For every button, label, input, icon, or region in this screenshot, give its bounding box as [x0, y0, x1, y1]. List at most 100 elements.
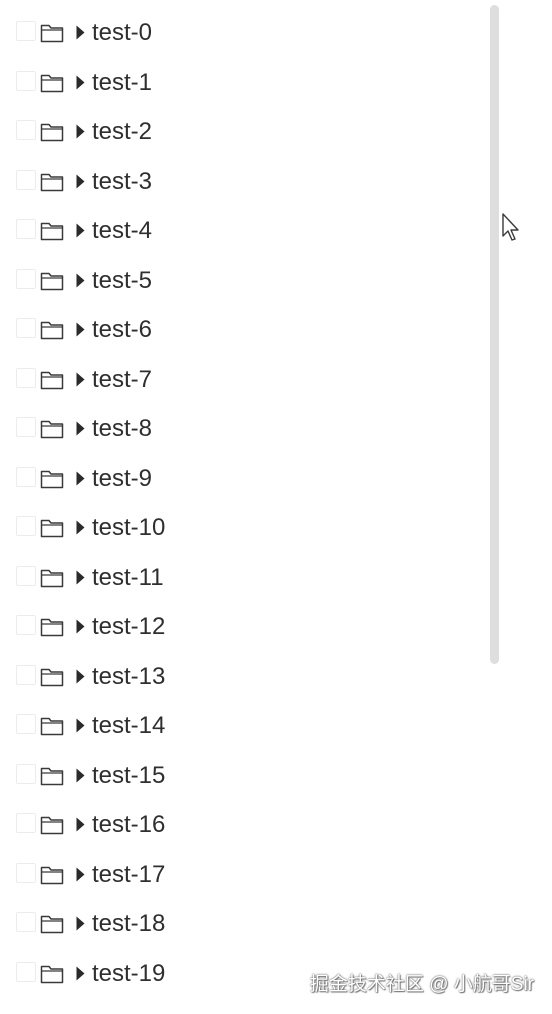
folder-icon	[40, 569, 64, 588]
caret-right-icon[interactable]	[76, 372, 85, 387]
folder-icon	[40, 222, 64, 241]
tree-node-label: test-18	[92, 910, 166, 937]
node-checkbox[interactable]	[16, 962, 36, 982]
mouse-cursor-icon	[502, 213, 519, 241]
caret-right-icon[interactable]	[76, 322, 85, 337]
caret-right-icon[interactable]	[76, 570, 85, 585]
caret-right-icon[interactable]	[76, 471, 85, 486]
folder-icon	[40, 272, 64, 291]
node-checkbox[interactable]	[16, 516, 36, 536]
tree-node-label: test-0	[92, 19, 153, 46]
tree-node[interactable]: test-5	[0, 266, 300, 296]
node-checkbox[interactable]	[16, 368, 36, 388]
caret-right-icon[interactable]	[76, 421, 85, 436]
tree-node-label: test-12	[92, 613, 166, 640]
tree-node[interactable]: test-0	[0, 18, 300, 48]
caret-right-icon[interactable]	[76, 867, 85, 882]
folder-icon	[40, 767, 64, 786]
tree-node[interactable]: test-9	[0, 464, 300, 494]
folder-icon	[40, 618, 64, 637]
folder-icon	[40, 74, 64, 93]
tree-node[interactable]: test-3	[0, 167, 300, 197]
tree-node[interactable]: test-1	[0, 68, 300, 98]
node-checkbox[interactable]	[16, 566, 36, 586]
folder-icon	[40, 915, 64, 934]
tree-node[interactable]: test-17	[0, 860, 300, 890]
tree-node-label: test-6	[92, 316, 153, 343]
tree-node-label: test-10	[92, 514, 166, 541]
watermark: 掘金技术社区 @ 小航哥Sir	[309, 974, 534, 995]
folder-icon	[40, 717, 64, 736]
tree-node-label: test-15	[92, 762, 166, 789]
caret-right-icon[interactable]	[76, 223, 85, 238]
tree-node[interactable]: test-8	[0, 414, 300, 444]
tree-node[interactable]: test-11	[0, 563, 300, 593]
caret-right-icon[interactable]	[76, 768, 85, 783]
caret-right-icon[interactable]	[76, 619, 85, 634]
tree-node-label: test-16	[92, 811, 166, 838]
tree-node[interactable]: test-6	[0, 315, 300, 345]
caret-right-icon[interactable]	[76, 25, 85, 40]
caret-right-icon[interactable]	[76, 669, 85, 684]
node-checkbox[interactable]	[16, 813, 36, 833]
tree-node[interactable]: test-4	[0, 216, 300, 246]
tree-node-label: test-1	[92, 69, 153, 96]
node-checkbox[interactable]	[16, 71, 36, 91]
caret-right-icon[interactable]	[76, 817, 85, 832]
tree-node[interactable]: test-18	[0, 909, 300, 939]
tree-node-label: test-13	[92, 663, 166, 690]
tree-node[interactable]: test-14	[0, 711, 300, 741]
node-checkbox[interactable]	[16, 170, 36, 190]
tree-node-label: test-14	[92, 712, 166, 739]
caret-right-icon[interactable]	[76, 273, 85, 288]
node-checkbox[interactable]	[16, 417, 36, 437]
tree-node-label: test-3	[92, 168, 153, 195]
tree-node[interactable]: test-7	[0, 365, 300, 395]
node-checkbox[interactable]	[16, 219, 36, 239]
folder-icon	[40, 668, 64, 687]
caret-right-icon[interactable]	[76, 916, 85, 931]
node-checkbox[interactable]	[16, 764, 36, 784]
caret-right-icon[interactable]	[76, 966, 85, 981]
tree-node-label: test-7	[92, 366, 153, 393]
node-checkbox[interactable]	[16, 615, 36, 635]
node-checkbox[interactable]	[16, 863, 36, 883]
node-checkbox[interactable]	[16, 269, 36, 289]
folder-icon	[40, 420, 64, 439]
node-checkbox[interactable]	[16, 120, 36, 140]
tree-node-label: test-2	[92, 118, 153, 145]
node-checkbox[interactable]	[16, 714, 36, 734]
caret-right-icon[interactable]	[76, 718, 85, 733]
folder-icon	[40, 173, 64, 192]
tree-node[interactable]: test-16	[0, 810, 300, 840]
node-checkbox[interactable]	[16, 467, 36, 487]
tree-node[interactable]: test-15	[0, 761, 300, 791]
tree-node[interactable]: test-13	[0, 662, 300, 692]
caret-right-icon[interactable]	[76, 124, 85, 139]
node-checkbox[interactable]	[16, 665, 36, 685]
folder-icon	[40, 123, 64, 142]
node-checkbox[interactable]	[16, 318, 36, 338]
folder-icon	[40, 965, 64, 984]
caret-right-icon[interactable]	[76, 75, 85, 90]
caret-right-icon[interactable]	[76, 520, 85, 535]
tree-node-label: test-8	[92, 415, 153, 442]
tree-node[interactable]: test-12	[0, 612, 300, 642]
caret-right-icon[interactable]	[76, 174, 85, 189]
tree-node-label: test-19	[92, 960, 166, 987]
tree-node[interactable]: test-19	[0, 959, 300, 989]
node-checkbox[interactable]	[16, 21, 36, 41]
tree-node[interactable]: test-10	[0, 513, 300, 543]
tree-node-label: test-5	[92, 267, 153, 294]
tree-view: test-0 test-1 test-2 test-3 test-4 test-5 test…	[0, 0, 490, 1014]
folder-icon	[40, 866, 64, 885]
tree-node-label: test-17	[92, 861, 166, 888]
folder-icon	[40, 470, 64, 489]
scrollbar-thumb[interactable]	[490, 5, 499, 664]
folder-icon	[40, 24, 64, 43]
tree-node-label: test-9	[92, 465, 153, 492]
tree-node-label: test-4	[92, 217, 153, 244]
tree-node[interactable]: test-2	[0, 117, 300, 147]
folder-icon	[40, 519, 64, 538]
node-checkbox[interactable]	[16, 912, 36, 932]
